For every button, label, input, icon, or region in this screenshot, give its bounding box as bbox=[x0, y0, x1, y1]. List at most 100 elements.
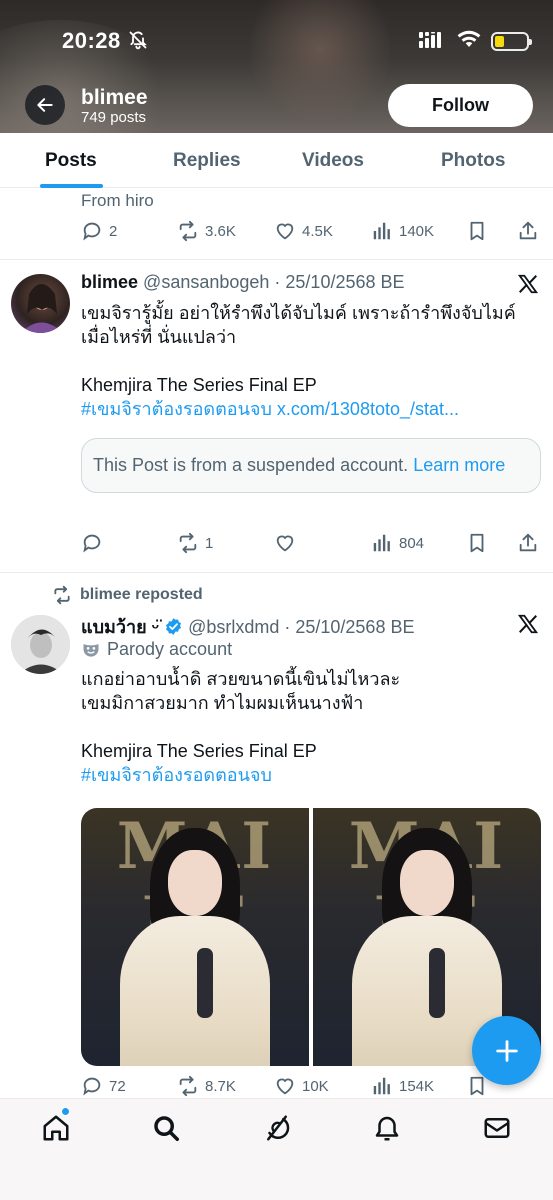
reply-button[interactable]: 72 bbox=[81, 1075, 126, 1097]
repost-button[interactable]: 1 bbox=[177, 532, 213, 554]
nav-grok[interactable] bbox=[262, 1113, 292, 1143]
post-header: blimee @sansanbogeh · 25/10/2568 BE bbox=[81, 272, 405, 293]
home-icon bbox=[43, 1115, 69, 1141]
hashtag-link[interactable]: #เขมจิราต้องรอดตอนจบ bbox=[81, 399, 272, 419]
wifi-icon bbox=[457, 30, 481, 53]
nav-notifications[interactable] bbox=[372, 1113, 402, 1143]
mail-icon bbox=[484, 1118, 510, 1138]
post-partial[interactable]: From hiro 2 3.6K 4.5K 140K bbox=[0, 188, 553, 260]
views-icon bbox=[373, 1077, 390, 1095]
status-indicators bbox=[419, 30, 532, 53]
compose-post-button[interactable] bbox=[472, 1016, 541, 1085]
avatar[interactable] bbox=[11, 274, 70, 333]
author-name[interactable]: blimee bbox=[81, 272, 138, 292]
nav-messages[interactable] bbox=[482, 1113, 512, 1143]
repost-label[interactable]: blimee reposted bbox=[80, 586, 203, 604]
repost-count: 3.6K bbox=[205, 222, 236, 240]
author-handle-date: @bsrlxdmd · 25/10/2568 BE bbox=[188, 617, 415, 637]
avatar[interactable] bbox=[11, 615, 70, 674]
views-count: 140K bbox=[399, 222, 435, 240]
post-media[interactable]: MAI BE MAI BE bbox=[81, 808, 541, 1066]
profile-header-banner: 20:28 blimee 749 posts Follow bbox=[0, 0, 553, 133]
author-handle-date: @sansanbogeh · 25/10/2568 BE bbox=[143, 272, 405, 292]
views-icon bbox=[373, 534, 390, 552]
bookmark-icon bbox=[470, 533, 484, 553]
x-logo-icon bbox=[517, 613, 539, 640]
verified-badge-icon bbox=[164, 617, 183, 641]
post-line: เมื่อไหร่ที่ นั่นแปลว่า bbox=[81, 327, 237, 347]
profile-name: blimee bbox=[81, 86, 148, 109]
follow-button[interactable]: Follow bbox=[388, 84, 533, 127]
repost-button[interactable]: 8.7K bbox=[177, 1075, 236, 1097]
repost-icon bbox=[179, 1075, 197, 1097]
plus-icon bbox=[495, 1039, 518, 1062]
parody-text: Parody account bbox=[107, 639, 233, 659]
repost-icon bbox=[179, 220, 197, 242]
banner-blur-shape bbox=[250, 0, 390, 130]
post-actions: 72 8.7K 10K 154K bbox=[81, 1075, 541, 1098]
tab-videos[interactable]: Videos bbox=[302, 150, 364, 172]
repost-button[interactable]: 3.6K bbox=[177, 220, 236, 242]
tab-replies[interactable]: Replies bbox=[173, 150, 241, 172]
share-icon bbox=[519, 221, 537, 240]
reply-count: 72 bbox=[109, 1077, 126, 1095]
post-actions: 1 804 bbox=[81, 532, 541, 556]
author-name[interactable]: แบมว้าย ᵕ̈ bbox=[81, 617, 159, 637]
post-line: Khemjira The Series Final EP bbox=[81, 741, 317, 761]
tab-photos[interactable]: Photos bbox=[441, 150, 505, 172]
share-button[interactable] bbox=[517, 220, 539, 242]
bookmark-button[interactable] bbox=[466, 1075, 488, 1097]
arrow-left-icon bbox=[37, 98, 53, 112]
like-button[interactable]: 4.5K bbox=[274, 220, 333, 242]
repost-indicator: blimee reposted bbox=[52, 585, 203, 605]
bookmark-button[interactable] bbox=[466, 532, 488, 554]
views-count: 154K bbox=[399, 1077, 435, 1095]
like-button[interactable]: 10K bbox=[274, 1075, 329, 1097]
views-icon bbox=[373, 222, 390, 240]
like-count: 10K bbox=[302, 1077, 329, 1095]
share-button[interactable] bbox=[517, 532, 539, 554]
nav-search[interactable] bbox=[151, 1113, 181, 1143]
reply-button[interactable]: 2 bbox=[81, 220, 117, 242]
like-icon bbox=[276, 1078, 294, 1095]
post-line: เขมมิกาสวยมาก ทำไมผมเห็นนางฟ้า bbox=[81, 693, 364, 713]
views-button[interactable]: 804 bbox=[371, 532, 424, 554]
post-item[interactable]: blimee @sansanbogeh · 25/10/2568 BE เขมจ… bbox=[0, 261, 553, 573]
parody-label: Parody account bbox=[81, 639, 232, 660]
grok-icon bbox=[267, 1115, 290, 1141]
mask-icon bbox=[83, 643, 99, 657]
tab-posts[interactable]: Posts bbox=[45, 150, 97, 172]
x-logo-icon bbox=[517, 273, 539, 300]
repost-count: 1 bbox=[205, 534, 214, 552]
bookmark-icon bbox=[470, 1076, 484, 1096]
suspended-text: This Post is from a suspended account. bbox=[93, 455, 409, 475]
post-header: แบมว้าย ᵕ̈ @bsrlxdmd · 25/10/2568 BE bbox=[81, 612, 414, 641]
bell-icon bbox=[375, 1116, 399, 1141]
views-count: 804 bbox=[399, 534, 425, 552]
views-button[interactable]: 140K bbox=[371, 220, 434, 242]
reply-icon bbox=[83, 222, 101, 241]
back-button[interactable] bbox=[25, 85, 65, 125]
repost-icon bbox=[54, 585, 70, 605]
status-time: 20:28 bbox=[62, 28, 121, 53]
bell-off-icon bbox=[128, 30, 148, 55]
hashtag-link[interactable]: #เขมจิราต้องรอดตอนจบ bbox=[81, 763, 541, 787]
reply-button[interactable] bbox=[81, 532, 109, 554]
like-icon bbox=[276, 535, 294, 552]
signal-icon bbox=[419, 30, 447, 53]
learn-more-link[interactable]: Learn more bbox=[413, 455, 505, 475]
media-image-1[interactable]: MAI BE bbox=[81, 808, 309, 1066]
like-button[interactable] bbox=[274, 532, 302, 554]
like-count: 4.5K bbox=[302, 222, 333, 240]
search-icon bbox=[154, 1116, 179, 1141]
post-item[interactable]: blimee reposted แบมว้าย ᵕ̈ @bsrlxdmd · 2… bbox=[0, 574, 553, 1098]
repost-icon bbox=[179, 532, 197, 554]
bookmark-button[interactable] bbox=[466, 220, 488, 242]
views-button[interactable]: 154K bbox=[371, 1075, 434, 1097]
url-link[interactable]: x.com/1308toto_/stat... bbox=[277, 399, 459, 419]
reply-icon bbox=[83, 534, 101, 553]
bookmark-icon bbox=[470, 221, 484, 241]
post-line: เขมจิรารู้มั้ย อย่าให้รำพึงได้จับไมค์ เพ… bbox=[81, 303, 516, 323]
nav-home[interactable] bbox=[41, 1113, 71, 1143]
profile-posts-count: 749 posts bbox=[81, 109, 147, 126]
